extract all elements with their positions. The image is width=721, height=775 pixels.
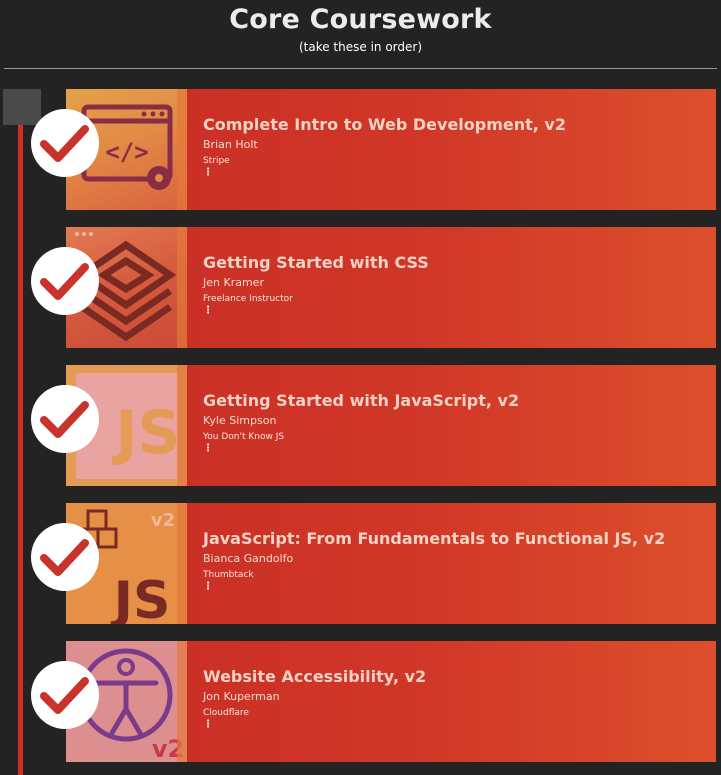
- course-title[interactable]: Getting Started with CSS: [203, 253, 706, 273]
- more-options-icon[interactable]: ⋮: [203, 719, 706, 731]
- header-divider: [4, 68, 717, 69]
- course-author: Jen Kramer: [203, 276, 264, 289]
- course-title[interactable]: JavaScript: From Fundamentals to Functio…: [203, 529, 706, 549]
- svg-text:JS: JS: [111, 398, 181, 468]
- completed-check-icon: [31, 109, 99, 177]
- course-card[interactable]: Getting Started with CSS Jen Kramer Free…: [66, 227, 716, 348]
- more-options-icon[interactable]: ⋮: [203, 443, 706, 455]
- completed-check-icon: [31, 523, 99, 591]
- course-card[interactable]: JS Getting Started with JavaScript, v2 K…: [66, 365, 716, 486]
- course-company: You Don't Know JS: [203, 432, 285, 442]
- thumbnail-js-text: JS: [111, 571, 171, 624]
- course-card[interactable]: v2 Website Accessibility, v2 Jon Kuperma…: [66, 641, 716, 762]
- course-author: Jon Kuperman: [203, 690, 280, 703]
- page-subtitle: (take these in order): [298, 40, 423, 54]
- course-card[interactable]: JS v2 JavaScript: From Fundamentals to F…: [66, 503, 716, 624]
- page-title: Core Coursework: [229, 4, 492, 35]
- thumbnail-edge: [177, 365, 187, 486]
- more-options-icon[interactable]: ⋮: [203, 305, 706, 317]
- course-info: Getting Started with JavaScript, v2 Kyle…: [203, 391, 706, 455]
- more-options-icon[interactable]: ⋮: [203, 581, 706, 593]
- completed-check-icon: [31, 247, 99, 315]
- course-author: Bianca Gandolfo: [203, 552, 294, 565]
- thumbnail-edge: [177, 503, 187, 624]
- course-title[interactable]: Getting Started with JavaScript, v2: [203, 391, 706, 411]
- thumbnail-edge: [177, 89, 187, 210]
- course-company: Freelance Instructor: [203, 294, 293, 304]
- course-title[interactable]: Complete Intro to Web Development, v2: [203, 115, 706, 135]
- course-card[interactable]: </> Complete Intro to Web Development, v…: [66, 89, 716, 210]
- course-info: Website Accessibility, v2 Jon Kuperman C…: [203, 667, 706, 731]
- thumbnail-edge: [177, 641, 187, 762]
- course-author: Kyle Simpson: [203, 414, 277, 427]
- course-title[interactable]: Website Accessibility, v2: [203, 667, 706, 687]
- course-author: Brian Holt: [203, 138, 258, 151]
- course-info: Complete Intro to Web Development, v2 Br…: [203, 115, 706, 179]
- timeline-line: [18, 125, 23, 775]
- completed-check-icon: [31, 385, 99, 453]
- course-company: Cloudflare: [203, 708, 249, 718]
- more-options-icon[interactable]: ⋮: [203, 167, 706, 179]
- course-info: JavaScript: From Fundamentals to Functio…: [203, 529, 706, 593]
- svg-text:</>: </>: [105, 138, 148, 166]
- course-company: Thumbtack: [203, 570, 254, 580]
- page-header: Core Coursework (take these in order): [0, 0, 721, 62]
- course-info: Getting Started with CSS Jen Kramer Free…: [203, 253, 706, 317]
- completed-check-icon: [31, 661, 99, 729]
- course-company: Stripe: [203, 156, 230, 166]
- thumbnail-edge: [177, 227, 187, 348]
- thumbnail-version-badge: v2: [151, 510, 175, 531]
